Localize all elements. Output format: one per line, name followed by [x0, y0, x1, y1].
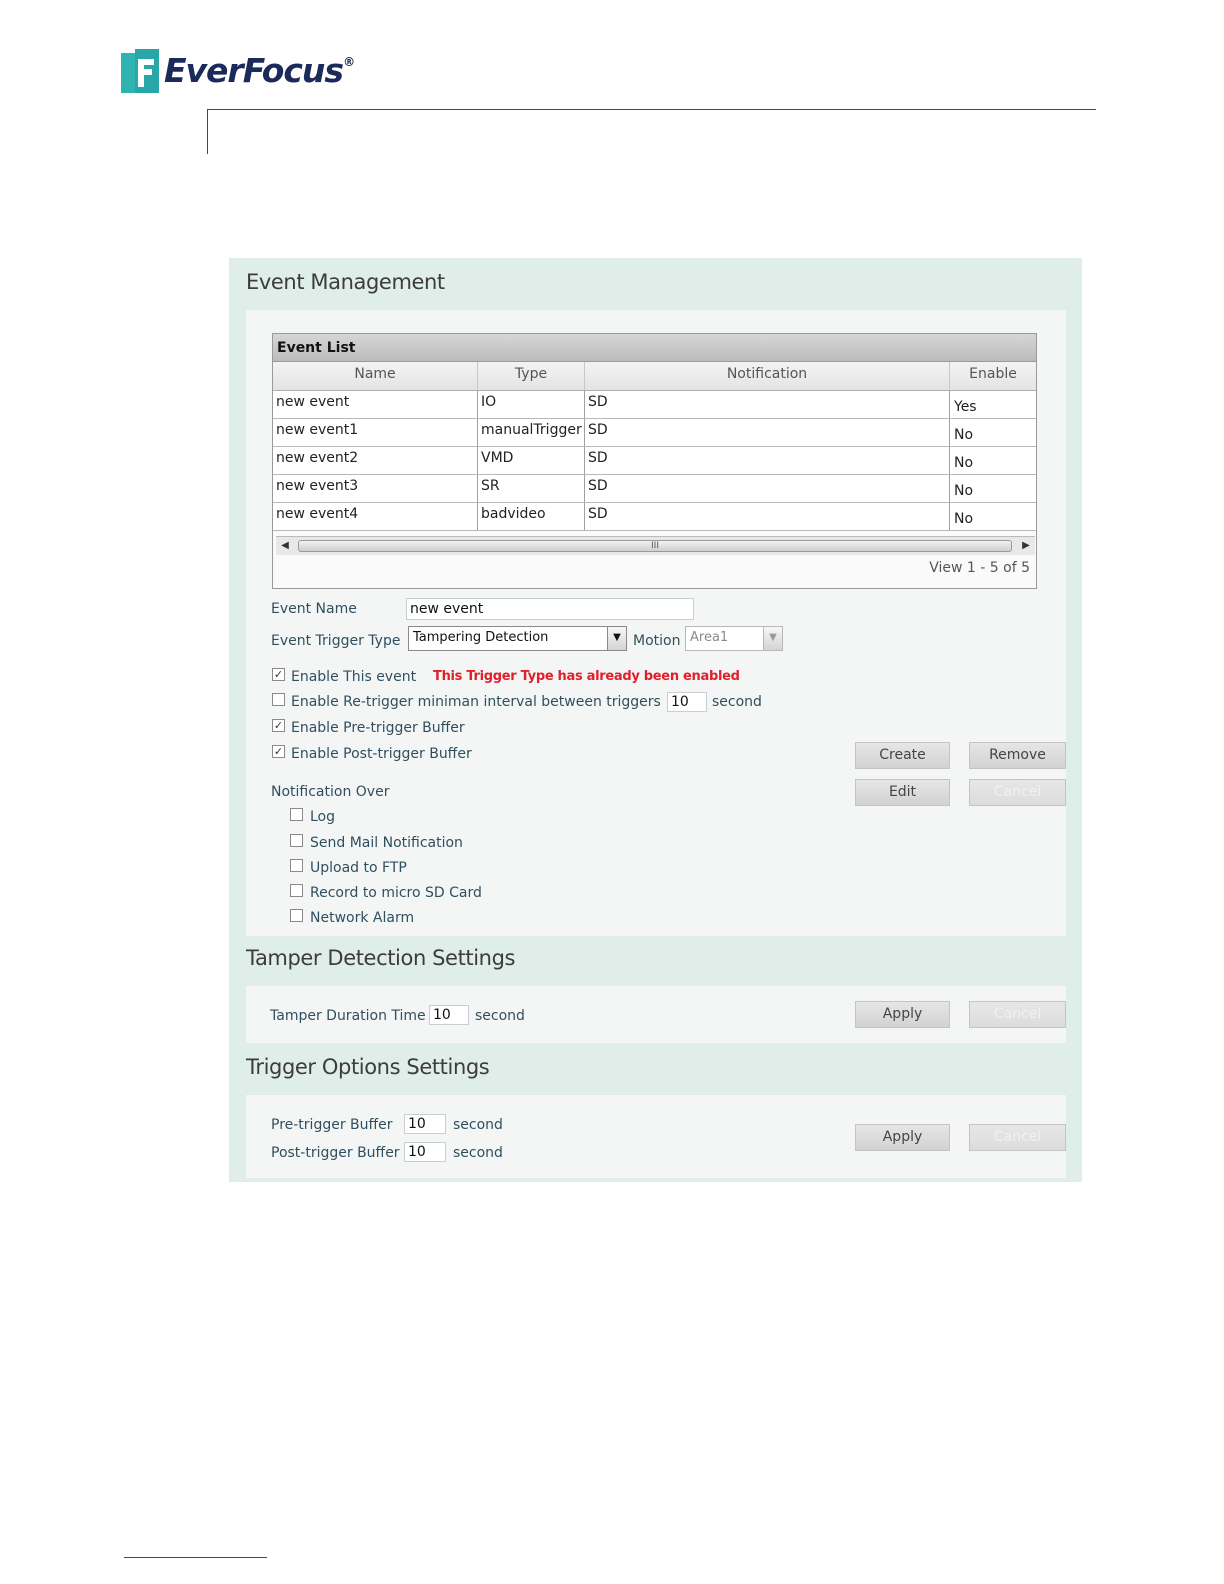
trigger-warning-text: This Trigger Type has already been enabl… — [433, 669, 740, 684]
retrigger-checkbox[interactable] — [272, 693, 285, 706]
cell-type: badvideo — [478, 503, 585, 530]
cell-enable: Yes — [954, 399, 977, 415]
cell-type: SR — [478, 475, 585, 502]
table-row[interactable]: new event3 SR SD No — [273, 475, 1036, 503]
cell-type: VMD — [478, 447, 585, 474]
table-row[interactable]: new event IO SD Yes — [273, 391, 1036, 419]
cell-notification: SD — [585, 447, 950, 474]
post-buffer-label: Enable Post-trigger Buffer — [291, 746, 472, 762]
cell-notification: SD — [585, 475, 950, 502]
cell-enable: No — [954, 455, 974, 471]
motion-label: Motion — [633, 633, 681, 649]
notify-sd-label: Record to micro SD Card — [310, 885, 482, 901]
notify-sd-checkbox[interactable] — [290, 884, 303, 897]
cancel-button[interactable]: Cancel — [969, 779, 1066, 806]
everfocus-logo-icon — [121, 49, 159, 93]
motion-area-select[interactable]: Area1 ▼ — [685, 626, 783, 651]
event-list-grid: Event List Name Type Notification Enable… — [272, 333, 1037, 589]
enable-event-checkbox[interactable]: ✓ — [272, 668, 285, 681]
tamper-settings-title: Tamper Detection Settings — [246, 946, 516, 970]
header-rule — [207, 109, 1096, 110]
pre-trigger-label: Pre-trigger Buffer — [271, 1117, 393, 1133]
notification-over-label: Notification Over — [271, 784, 390, 800]
pre-buffer-label: Enable Pre-trigger Buffer — [291, 720, 465, 736]
scroll-left-icon[interactable]: ◀ — [276, 537, 294, 555]
trigger-type-label: Event Trigger Type — [271, 633, 401, 649]
cell-enable: No — [954, 511, 974, 527]
motion-area-value: Area1 — [690, 630, 729, 645]
event-name-label: Event Name — [271, 601, 357, 617]
notify-ftp-checkbox[interactable] — [290, 859, 303, 872]
post-trigger-input[interactable] — [404, 1142, 446, 1162]
notify-log-label: Log — [310, 809, 336, 825]
cell-enable: No — [954, 483, 974, 499]
tamper-duration-input[interactable] — [429, 1005, 469, 1025]
pager-text: View 1 - 5 of 5 — [929, 560, 1030, 576]
tamper-cancel-button[interactable]: Cancel — [969, 1001, 1066, 1028]
cell-name: new event1 — [273, 419, 478, 446]
pre-buffer-checkbox[interactable]: ✓ — [272, 719, 285, 732]
table-row[interactable]: new event2 VMD SD No — [273, 447, 1036, 475]
footer-rule — [124, 1557, 267, 1558]
pre-trigger-input[interactable] — [404, 1114, 446, 1134]
trigger-type-value: Tampering Detection — [413, 630, 549, 645]
trigger-apply-button[interactable]: Apply — [855, 1124, 950, 1151]
scrollbar-thumb[interactable]: III — [298, 540, 1012, 552]
edit-button[interactable]: Edit — [855, 779, 950, 806]
column-header-name[interactable]: Name — [273, 362, 478, 390]
trigger-cancel-button[interactable]: Cancel — [969, 1124, 1066, 1151]
trigger-type-select[interactable]: Tampering Detection ▼ — [408, 626, 627, 651]
retrigger-interval-input[interactable] — [667, 692, 707, 712]
retrigger-label: Enable Re-trigger miniman interval betwe… — [291, 694, 661, 710]
post-buffer-checkbox[interactable]: ✓ — [272, 745, 285, 758]
event-list-title: Event List — [273, 334, 1036, 362]
pre-trigger-unit: second — [453, 1117, 503, 1133]
cell-enable: No — [954, 427, 974, 443]
tamper-apply-button[interactable]: Apply — [855, 1001, 950, 1028]
header-vertical-rule — [207, 109, 208, 154]
column-header-notification[interactable]: Notification — [585, 362, 950, 390]
remove-button[interactable]: Remove — [969, 742, 1066, 769]
cell-name: new event4 — [273, 503, 478, 530]
cell-name: new event3 — [273, 475, 478, 502]
cell-type: IO — [478, 391, 585, 418]
notify-alarm-checkbox[interactable] — [290, 909, 303, 922]
notify-alarm-label: Network Alarm — [310, 910, 415, 926]
dropdown-arrow-icon[interactable]: ▼ — [607, 627, 626, 650]
tamper-duration-label: Tamper Duration Time — [270, 1008, 426, 1024]
column-header-type[interactable]: Type — [478, 362, 585, 390]
brand-name: EverFocus® — [164, 51, 355, 90]
cell-name: new event — [273, 391, 478, 418]
post-trigger-label: Post-trigger Buffer — [271, 1145, 400, 1161]
cell-type: manualTrigger — [478, 419, 585, 446]
notify-log-checkbox[interactable] — [290, 808, 303, 821]
trigger-options-title: Trigger Options Settings — [246, 1055, 490, 1079]
cell-notification: SD — [585, 419, 950, 446]
notify-mail-checkbox[interactable] — [290, 834, 303, 847]
table-row[interactable]: new event4 badvideo SD No — [273, 503, 1036, 531]
cell-notification: SD — [585, 503, 950, 530]
create-button[interactable]: Create — [855, 742, 950, 769]
table-row[interactable]: new event1 manualTrigger SD No — [273, 419, 1036, 447]
column-header-enable[interactable]: Enable — [950, 362, 1036, 390]
cell-name: new event2 — [273, 447, 478, 474]
post-trigger-unit: second — [453, 1145, 503, 1161]
tamper-duration-unit: second — [475, 1008, 525, 1024]
event-list-header: Name Type Notification Enable — [273, 362, 1036, 391]
notify-ftp-label: Upload to FTP — [310, 860, 407, 876]
event-management-title: Event Management — [246, 270, 445, 294]
event-name-input[interactable] — [406, 598, 694, 620]
enable-event-label: Enable This event — [291, 669, 417, 685]
notify-mail-label: Send Mail Notification — [310, 835, 463, 851]
horizontal-scrollbar[interactable]: ◀ III ▶ — [276, 536, 1035, 555]
retrigger-unit: second — [712, 694, 762, 710]
scroll-right-icon[interactable]: ▶ — [1017, 537, 1035, 555]
cell-notification: SD — [585, 391, 950, 418]
dropdown-arrow-icon[interactable]: ▼ — [763, 627, 782, 650]
